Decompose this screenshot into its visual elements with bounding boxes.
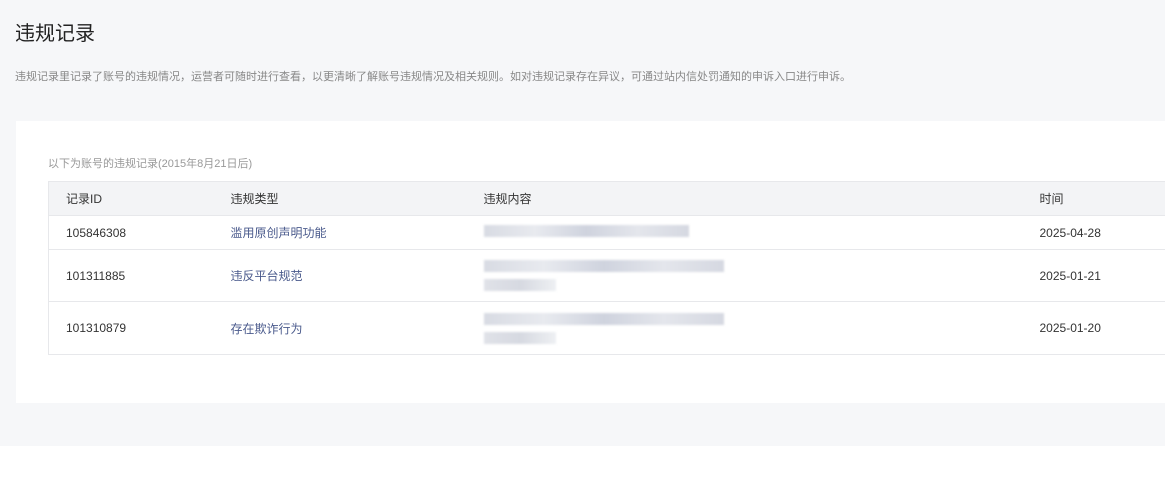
redacted-content (466, 215, 1023, 250)
header-time: 时间 (1022, 181, 1165, 216)
record-id: 101310879 (48, 301, 214, 355)
record-id: 105846308 (48, 215, 214, 250)
redacted-content (466, 249, 1023, 302)
records-subtitle: 以下为账号的违规记录(2015年8月21日后) (48, 158, 253, 170)
page-header-area: 违规记录 违规记录里记录了账号的违规情况，运营者可随时进行查看，以更清晰了解账号… (0, 0, 1165, 446)
page-description: 违规记录里记录了账号的违规情况，运营者可随时进行查看，以更清晰了解账号违规情况及… (15, 71, 851, 83)
table-row: 105846308 滥用原创声明功能 2025-04-28 (48, 215, 1165, 250)
violation-type-link[interactable]: 滥用原创声明功能 (231, 226, 327, 240)
table-row: 101310879 存在欺诈行为 2025-01-20 (48, 301, 1165, 355)
header-id: 记录ID (48, 181, 214, 216)
record-time: 2025-01-20 (1022, 301, 1165, 355)
record-time: 2025-01-21 (1022, 249, 1165, 302)
header-type: 违规类型 (213, 181, 467, 216)
header-content: 违规内容 (466, 181, 1023, 216)
violation-type-link[interactable]: 存在欺诈行为 (231, 322, 303, 336)
redacted-content (466, 301, 1023, 355)
record-time: 2025-04-28 (1022, 215, 1165, 250)
page-title: 违规记录 (15, 23, 95, 45)
record-id: 101311885 (48, 249, 214, 302)
table-row: 101311885 违反平台规范 2025-01-21 (48, 249, 1165, 302)
violation-table: 记录ID 违规类型 违规内容 时间 105846308 滥用原创声明功能 202… (48, 181, 1165, 355)
table-header: 记录ID 违规类型 违规内容 时间 (48, 181, 1165, 216)
violation-type-link[interactable]: 违反平台规范 (231, 269, 303, 283)
records-card: 以下为账号的违规记录(2015年8月21日后) 记录ID 违规类型 违规内容 时… (16, 121, 1165, 403)
